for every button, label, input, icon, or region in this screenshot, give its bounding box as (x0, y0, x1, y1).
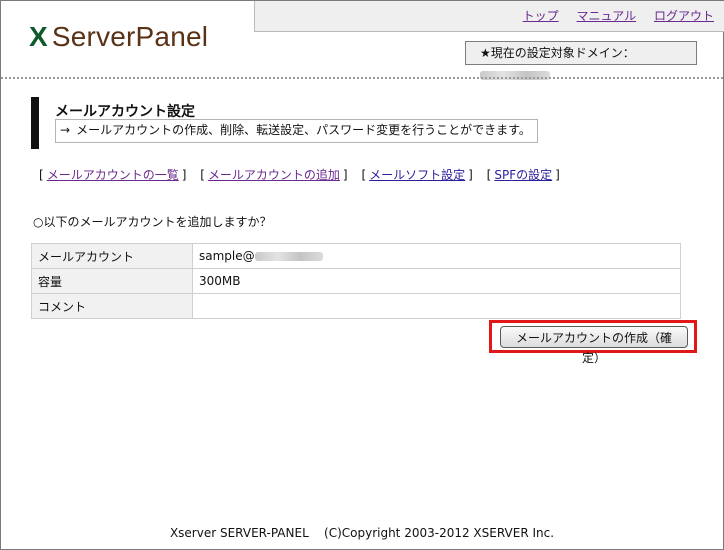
logo-x-icon: X (29, 21, 48, 52)
row-label-capacity: 容量 (31, 268, 193, 294)
page-title: メールアカウント設定 (55, 104, 195, 120)
footer-copyright: Xserver SERVER-PANEL (C)Copyright 2003-2… (169, 526, 555, 540)
create-account-confirm-button[interactable]: メールアカウントの作成（確定） (500, 326, 688, 365)
table-row: コメント (31, 293, 681, 319)
page-frame: X ServerPanel トップ マニュアル ログアウト ★現在の設定対象ドメイ… (0, 0, 724, 550)
submenu-item: [メールアカウントの一覧] (39, 168, 187, 182)
serverpanel-logo[interactable]: X ServerPanel (29, 21, 208, 53)
current-domain-box: ★現在の設定対象ドメイン： (465, 41, 697, 80)
submenu-item: [メールアカウントの追加] (200, 168, 348, 182)
row-value-mail-account: sample@ (192, 243, 681, 269)
table-row: メールアカウント sample@ (31, 243, 681, 269)
nav-logout-link[interactable]: ログアウト (654, 9, 714, 23)
row-value-capacity: 300MB (192, 268, 681, 294)
section-accent-bar (31, 97, 39, 149)
table-row: 容量 300MB (31, 268, 681, 294)
submenu-item: [メールソフト設定] (361, 168, 473, 182)
domain-redacted (254, 252, 323, 261)
nav-manual-link[interactable]: マニュアル (577, 9, 637, 23)
submenu-account-add-link[interactable]: メールアカウントの追加 (208, 168, 340, 182)
submenu-item: [SPFの設定] (486, 168, 560, 182)
submenu-mail-software-link[interactable]: メールソフト設定 (369, 168, 465, 182)
current-domain-label: ★現在の設定対象ドメイン： (480, 46, 635, 60)
top-nav: トップ マニュアル ログアウト (509, 7, 714, 24)
logo-text: ServerPanel (51, 21, 209, 52)
submenu-spf-link[interactable]: SPFの設定 (494, 168, 552, 182)
nav-top-link[interactable]: トップ (523, 9, 559, 23)
section-description: → メールアカウントの作成、削除、転送設定、パスワード変更を行うことができます。 (55, 119, 538, 143)
submenu-account-list-link[interactable]: メールアカウントの一覧 (47, 168, 179, 182)
account-info-table: メールアカウント sample@ 容量 300MB コメント (31, 243, 681, 319)
row-label-mail-account: メールアカウント (31, 243, 193, 269)
description-text: メールアカウントの作成、削除、転送設定、パスワード変更を行うことができます。 (76, 123, 531, 137)
header-divider (1, 77, 723, 79)
top-nav-bar: トップ マニュアル ログアウト (254, 1, 724, 32)
confirmation-question: ○以下のメールアカウントを追加しますか？ (33, 215, 272, 229)
arrow-right-icon: → (60, 123, 71, 137)
row-value-comment (192, 293, 681, 319)
row-label-comment: コメント (31, 293, 193, 319)
sub-menu: [メールアカウントの一覧] [メールアカウントの追加] [メールソフト設定] [… (39, 166, 570, 183)
section-header: メールアカウント設定 → メールアカウントの作成、削除、転送設定、パスワード変更を… (31, 97, 538, 149)
